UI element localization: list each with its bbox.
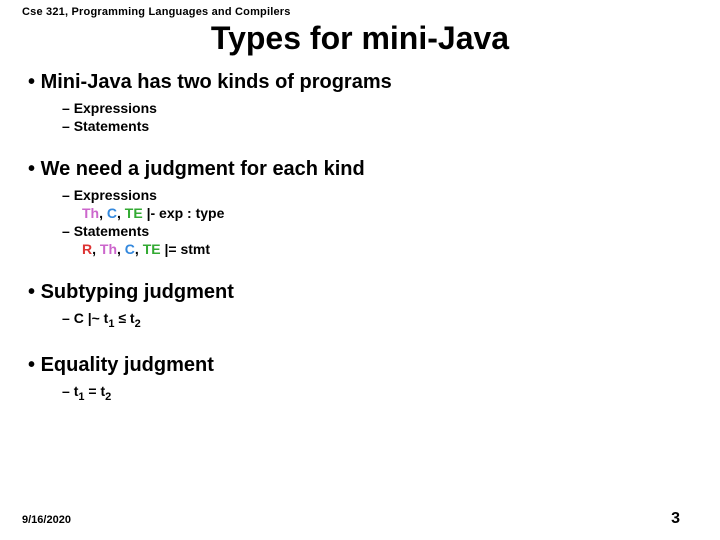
judgment-stmt: R, Th, C, TE |= stmt [82,241,698,257]
subtyping-line: C |~ t1 ≤ t2 [62,310,698,330]
footer-date: 9/16/2020 [22,514,71,526]
bullet-3: Subtyping judgment C |~ t1 ≤ t2 [28,281,698,330]
bullet-4: Equality judgment t1 = t2 [28,354,698,403]
bullet-4-sub: t1 = t2 [62,383,698,403]
c-symbol: C [107,205,117,221]
bullet-1-sub-2: Statements [62,118,698,134]
comma: , [117,241,125,257]
bullet-2-text: We need a judgment for each kind [41,158,365,180]
r-symbol: R [82,241,92,257]
judgment-exp-tail: |- exp : type [143,205,225,221]
th-symbol: Th [100,241,117,257]
slide: Cse 321, Programming Languages and Compi… [0,0,720,540]
bullet-2-sub-1: Expressions [62,187,698,203]
equality-mid: = t [84,383,105,399]
c-symbol: C [125,241,135,257]
bullet-2-sub-1-text: Expressions [74,187,157,203]
course-header: Cse 321, Programming Languages and Compi… [22,6,698,18]
subscript-2: 2 [105,391,111,403]
comma: , [135,241,143,257]
bullet-list: Mini-Java has two kinds of programs Expr… [28,71,698,403]
footer-page-number: 3 [671,510,680,528]
te-symbol: TE [125,205,143,221]
comma: , [117,205,125,221]
bullet-3-text: Subtyping judgment [41,281,234,303]
bullet-1-sub-1: Expressions [62,100,698,116]
th-symbol: Th [82,205,99,221]
bullet-2: We need a judgment for each kind Express… [28,158,698,257]
bullet-4-text: Equality judgment [41,354,214,376]
slide-title: Types for mini-Java [22,20,698,57]
bullet-1: Mini-Java has two kinds of programs Expr… [28,71,698,134]
bullet-3-sub: C |~ t1 ≤ t2 [62,310,698,330]
bullet-1-sub-2-text: Statements [74,118,149,134]
te-symbol: TE [143,241,161,257]
subtyping-mid: ≤ t [114,310,134,326]
bullet-2-sub-3: Statements [62,223,698,239]
bullet-1-text: Mini-Java has two kinds of programs [41,71,392,93]
comma: , [99,205,107,221]
judgment-stmt-tail: |= stmt [161,241,210,257]
bullet-2-sub: Expressions Th, C, TE |- exp : type Stat… [62,187,698,257]
bullet-2-sub-3-text: Statements [74,223,149,239]
judgment-exp: Th, C, TE |- exp : type [82,205,698,221]
comma: , [92,241,100,257]
subscript-2: 2 [135,318,141,330]
subtyping-pre: C |~ t [74,310,109,326]
bullet-1-sub: Expressions Statements [62,100,698,134]
bullet-1-sub-1-text: Expressions [74,100,157,116]
equality-line: t1 = t2 [62,383,698,403]
